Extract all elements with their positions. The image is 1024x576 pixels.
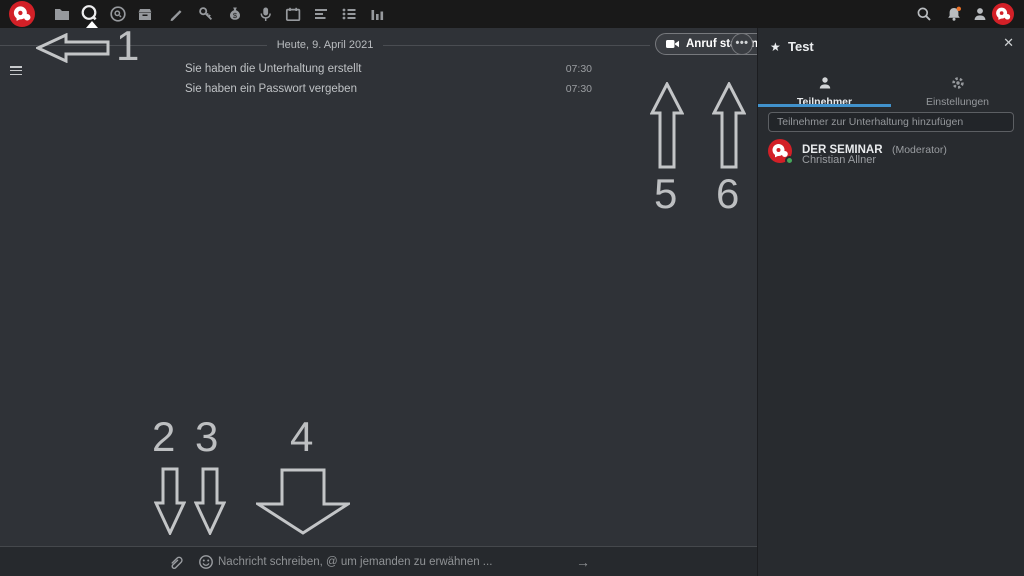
annotation-arrow-5-up [650,82,684,169]
favorite-star-icon: ★ [770,40,781,54]
active-tab-indicator [758,104,891,107]
more-actions-button[interactable]: ••• [731,33,753,55]
date-separator-label: Heute, 9. April 2021 [267,39,384,51]
notes-pencil-app-icon[interactable] [168,6,184,22]
participant-subtitle: Christian Allner [802,154,876,166]
attach-file-icon[interactable] [168,554,184,570]
files-app-icon[interactable] [54,6,70,22]
passwords-key-app-icon[interactable] [198,6,214,22]
contacts-menu-icon[interactable] [972,6,988,22]
annotation-arrow-6-up [712,82,746,169]
annotation-number-4: 4 [290,413,313,461]
system-message-row: Sie haben die Unterhaltung erstellt 07:3… [185,63,592,83]
tab-participants[interactable]: Teilnehmer [758,74,891,104]
annotation-arrow-1-left [36,33,110,63]
participants-icon [818,76,832,90]
search-icon[interactable] [916,6,932,22]
system-message-text: Sie haben ein Passwort vergeben [185,83,357,95]
conversation-title: Test [788,39,814,54]
close-sidebar-icon[interactable]: ✕ [1003,35,1014,51]
money-bag-app-icon[interactable]: $ [227,6,243,22]
send-message-icon[interactable]: → [572,551,594,573]
participant-role-badge: (Moderator) [892,144,947,156]
conversation-sidebar: ★ Test ✕ Teilnehmer Einstellungen DER SE… [758,28,1024,576]
message-list: Sie haben die Unterhaltung erstellt 07:3… [185,63,592,103]
settings-gear-icon [951,76,965,90]
user-avatar[interactable] [992,3,1014,25]
annotation-number-6: 6 [716,170,739,218]
message-composer: → [0,546,757,576]
message-timestamp: 07:30 [566,63,592,75]
system-message-row: Sie haben ein Passwort vergeben 07:30 [185,83,592,103]
tab-settings-label: Einstellungen [891,96,1024,108]
activity-lines-app-icon[interactable] [313,6,329,22]
calendar-app-icon[interactable] [285,6,301,22]
annotation-number-2: 2 [152,413,175,461]
video-camera-icon [665,37,680,51]
add-participant-input[interactable] [768,112,1014,132]
annotation-arrow-4-down [256,468,350,535]
message-input[interactable] [218,551,558,573]
contacts-circle-app-icon[interactable] [110,6,126,22]
annotation-number-3: 3 [195,413,218,461]
annotation-arrow-3-down [194,467,226,535]
chat-pane: Heute, 9. April 2021 Anruf starten ••• S… [0,28,757,576]
notifications-bell-icon[interactable] [946,6,962,22]
annotation-number-5: 5 [654,170,677,218]
participant-list-item[interactable]: DER SEMINAR (Moderator) Christian Allner [758,136,1024,172]
annotation-arrow-2-down [154,467,186,535]
tab-settings[interactable]: Einstellungen [891,74,1024,104]
archive-app-icon[interactable] [137,6,153,22]
talk-logo-icon[interactable] [9,1,35,27]
active-app-indicator [86,21,98,28]
tasks-checklist-app-icon[interactable] [341,6,357,22]
talk-app-icon[interactable] [80,4,96,20]
annotation-number-1: 1 [116,22,139,70]
emoji-picker-icon[interactable] [198,554,214,570]
microphone-app-icon[interactable] [257,6,273,22]
system-message-text: Sie haben die Unterhaltung erstellt [185,63,361,75]
hamburger-menu-icon[interactable] [10,66,22,76]
analytics-chart-app-icon[interactable] [369,6,385,22]
start-call-button[interactable]: Anruf starten [655,33,771,55]
top-navigation-bar: $ [0,0,1024,28]
message-timestamp: 07:30 [566,83,592,95]
online-status-dot [785,156,794,165]
